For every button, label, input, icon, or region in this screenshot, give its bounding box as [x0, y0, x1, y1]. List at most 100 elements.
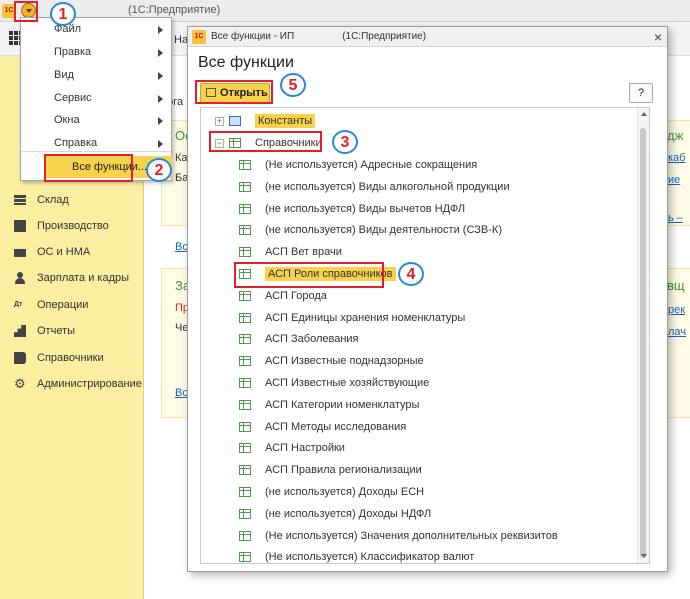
tree-node-catalog-item[interactable]: АСП Категории номенклатуры [239, 395, 419, 415]
sidebar-item-salary[interactable]: Зарплата и кадры [14, 269, 129, 287]
tree-node-label: (не используется) Доходы НДФЛ [265, 507, 432, 520]
tree-scrollbar[interactable] [637, 108, 649, 563]
sidebar-item-label: Склад [37, 194, 69, 206]
sidebar-item-label: Зарплата и кадры [37, 272, 130, 284]
catalog-icon [239, 530, 251, 541]
tree-node-catalog-item[interactable]: АСП Методы исследования [239, 417, 406, 437]
tree-node-catalog-item[interactable]: (не используется) Виды алкогольной проду… [239, 177, 510, 197]
panel-2-link-rek[interactable]: рек [668, 304, 685, 316]
tree-node-label: АСП Категории номенклатуры [265, 398, 420, 411]
constants-icon [229, 116, 241, 126]
sidebar-item-assets[interactable]: ОС и НМА [14, 243, 90, 261]
expand-icon[interactable]: + [215, 117, 224, 126]
highlight-menu-button [14, 1, 38, 22]
catalog-icon [239, 399, 251, 410]
catalog-icon [239, 225, 251, 236]
tree-node-catalog-item[interactable]: АСП Правила регионализации [239, 460, 422, 480]
tree-node-label: АСП Города [265, 289, 327, 302]
callout-1: 1 [50, 2, 76, 26]
sidebar-item-operations[interactable]: Дт Операции [14, 296, 88, 314]
production-icon [14, 220, 26, 232]
tree-node-catalog-item[interactable]: (Не используется) Адресные сокращения [239, 155, 477, 175]
menu-item-view[interactable]: Вид [54, 66, 74, 84]
menu-item-help[interactable]: Справка [54, 134, 97, 152]
tree-node-constants[interactable]: Константы [229, 111, 316, 131]
tree-node-catalog-item[interactable]: АСП Известные поднадзорные [239, 351, 424, 371]
catalog-icon [239, 421, 251, 432]
tree-node-label: (Не используется) Адресные сокращения [265, 159, 478, 171]
app-logo-icon: 1С [192, 30, 206, 44]
sidebar-item-production[interactable]: Производство [14, 217, 109, 235]
tree-node-catalog-item[interactable]: АСП Известные хозяйствующие [239, 373, 429, 393]
catalog-icon [239, 312, 251, 323]
panel-2-title-right: вщ [667, 278, 685, 293]
panel-1-title-right: дж [667, 128, 684, 143]
sidebar-item-label: ОС и НМА [37, 246, 91, 258]
sidebar-item-admin[interactable]: ⚙ Администрирование [14, 375, 142, 393]
dialog-titlebar: 1С Все функции - ИП (1С:Предприятие) × [188, 27, 667, 47]
panel-1-text-ka: Ка [175, 152, 188, 164]
gear-icon: ⚙ [14, 376, 26, 391]
tree-node-label: АСП Вет врачи [265, 246, 342, 259]
tree-node-catalog-item[interactable]: (не используется) Доходы ЕСН [239, 482, 424, 502]
chevron-right-icon [158, 72, 163, 80]
tree-node-label: (не используется) Виды деятельности (СЗВ… [265, 224, 502, 237]
dialog-heading: Все функции [198, 54, 294, 71]
menu-item-edit[interactable]: Правка [54, 43, 91, 61]
tree-node-catalog-item[interactable]: АСП Заболевания [239, 329, 359, 349]
tree-node-catalog-item[interactable]: (Не используется) Классификатор валют [239, 547, 475, 564]
help-button[interactable]: ? [629, 83, 653, 103]
catalog-icon [239, 247, 251, 258]
sidebar-item-label: Отчеты [37, 325, 76, 337]
tree-node-label: АСП Настройки [265, 442, 345, 455]
catalog-icon [239, 552, 251, 563]
catalog-icon [239, 508, 251, 519]
callout-4: 4 [398, 262, 424, 286]
catalog-icon [239, 487, 251, 497]
menu-divider [21, 151, 171, 152]
scroll-down-icon[interactable] [641, 554, 647, 558]
sidebar-item-label: Производство [37, 220, 109, 232]
panel-1-link-all[interactable]: Вс [175, 241, 188, 253]
tree-node-catalog-item[interactable]: АСП Города [239, 286, 327, 306]
callout-3: 3 [332, 130, 358, 154]
tree-node-label: АСП Известные хозяйствующие [265, 377, 430, 389]
all-functions-dialog: 1С Все функции - ИП (1С:Предприятие) × Вс… [187, 26, 668, 572]
tree-node-label: АСП Заболевания [265, 333, 359, 346]
tree-node-catalog-item[interactable]: (Не используется) Значения дополнительны… [239, 526, 558, 546]
panel-1-link-dash[interactable]: ь – [668, 212, 683, 224]
tree-node-catalog-item[interactable]: (не используется) Виды вычетов НДФЛ [239, 199, 465, 219]
menu-item-windows[interactable]: Окна [54, 111, 80, 129]
highlight-selected-catalog [234, 262, 384, 288]
scroll-up-icon[interactable] [641, 112, 647, 116]
sidebar-item-catalogs[interactable]: Справочники [14, 349, 104, 367]
close-icon[interactable]: × [651, 29, 665, 45]
book-icon [14, 352, 26, 364]
sidebar-item-warehouse[interactable]: Склад [14, 191, 69, 209]
tree-node-catalog-item[interactable]: (не используется) Доходы НДФЛ [239, 504, 431, 524]
catalog-icon [239, 465, 251, 476]
catalog-icon [239, 356, 251, 367]
sidebar-item-label: Справочники [37, 352, 104, 364]
tree-node-label: АСП Методы исследования [265, 420, 407, 433]
panel-1-link-kab[interactable]: каб [668, 152, 685, 164]
warehouse-icon [14, 194, 26, 206]
tree-node-catalog-item[interactable]: АСП Настройки [239, 438, 345, 458]
tree-node-label: АСП Известные поднадзорные [265, 355, 424, 368]
tree-node-label: (Не используется) Классификатор валют [265, 551, 475, 564]
panel-1-link-ie[interactable]: ие [668, 174, 680, 186]
tree-node-label: Константы [255, 114, 316, 128]
scrollbar-thumb[interactable] [640, 128, 646, 558]
assets-icon [14, 249, 26, 257]
menu-item-service[interactable]: Сервис [54, 89, 92, 107]
callout-5: 5 [280, 73, 306, 97]
tree-node-catalog-item[interactable]: (не используется) Виды деятельности (СЗВ… [239, 220, 502, 240]
tree-node-catalog-item[interactable]: АСП Единицы хранения номенклатуры [239, 308, 465, 328]
sidebar-item-reports[interactable]: Отчеты [14, 322, 75, 340]
tree-node-catalog-item[interactable]: АСП Вет врачи [239, 242, 342, 262]
catalog-icon [239, 443, 251, 454]
tree-node-label: АСП Единицы хранения номенклатуры [265, 311, 466, 324]
panel-2-link-lach[interactable]: лач [668, 326, 686, 338]
highlight-open-button [195, 80, 273, 104]
panel-2-link-all[interactable]: Вс [175, 387, 188, 399]
